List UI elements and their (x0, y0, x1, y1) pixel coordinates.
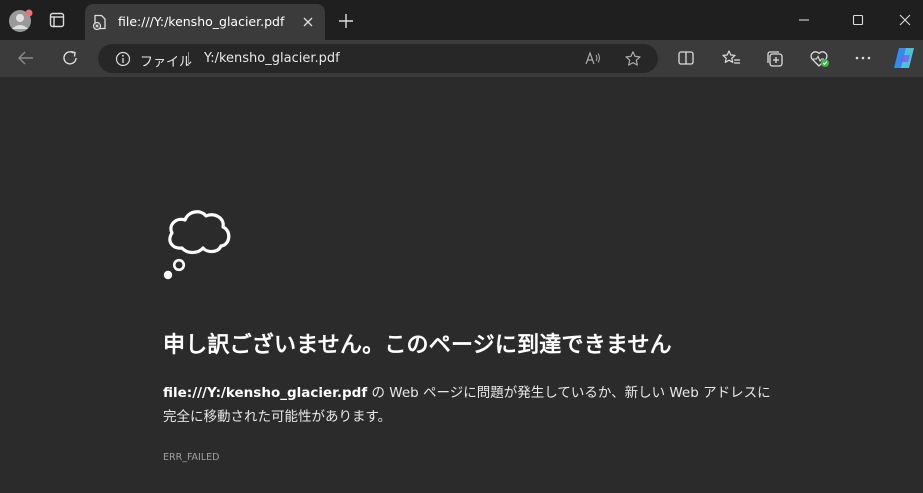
tab-active[interactable]: file:///Y:/kensho_glacier.pdf (85, 4, 325, 40)
back-icon[interactable] (16, 49, 36, 67)
page-content: 申し訳ございません。このページに到達できません file:///Y:/kensh… (0, 78, 923, 493)
title-bar: file:///Y:/kensho_glacier.pdf (0, 0, 923, 40)
error-title: 申し訳ございません。このページに到達できません (163, 333, 672, 358)
thought-cloud-icon (160, 204, 240, 282)
refresh-icon[interactable] (60, 48, 80, 68)
split-screen-icon[interactable] (677, 49, 695, 67)
error-message-line2: 完全に移動された可能性があります。 (163, 409, 392, 425)
address-url[interactable]: Y:/kensho_glacier.pdf (204, 51, 340, 66)
browser-essentials-icon[interactable] (809, 49, 831, 69)
more-icon[interactable] (854, 49, 872, 67)
error-url: file:///Y:/kensho_glacier.pdf (163, 385, 368, 401)
maximize-icon[interactable] (850, 12, 866, 28)
tab-title: file:///Y:/kensho_glacier.pdf (118, 14, 285, 29)
favorites-icon[interactable] (721, 49, 741, 67)
tab-actions-icon[interactable] (49, 12, 65, 28)
error-code: ERR_FAILED (163, 452, 220, 463)
close-window-icon[interactable] (897, 12, 913, 28)
info-icon[interactable] (115, 51, 131, 67)
favorite-star-icon[interactable] (624, 50, 642, 68)
address-separator (188, 52, 189, 66)
collections-icon[interactable] (765, 49, 785, 69)
new-tab-icon[interactable] (337, 12, 355, 30)
minimize-icon[interactable] (796, 12, 812, 28)
close-tab-icon[interactable] (301, 15, 315, 29)
address-bar[interactable]: ファイル Y:/kensho_glacier.pdf (98, 44, 658, 73)
error-message: file:///Y:/kensho_glacier.pdf の Web ページに… (163, 381, 783, 429)
read-aloud-icon[interactable] (584, 50, 602, 68)
profile-avatar-icon[interactable] (8, 9, 34, 33)
scheme-label: ファイル (140, 55, 193, 70)
navigation-toolbar: ファイル Y:/kensho_glacier.pdf (0, 40, 923, 78)
error-message-line1: の Web ページに問題が発生しているか、新しい Web アドレスに (367, 385, 771, 401)
copilot-icon[interactable] (892, 46, 916, 70)
file-error-icon (92, 14, 108, 30)
